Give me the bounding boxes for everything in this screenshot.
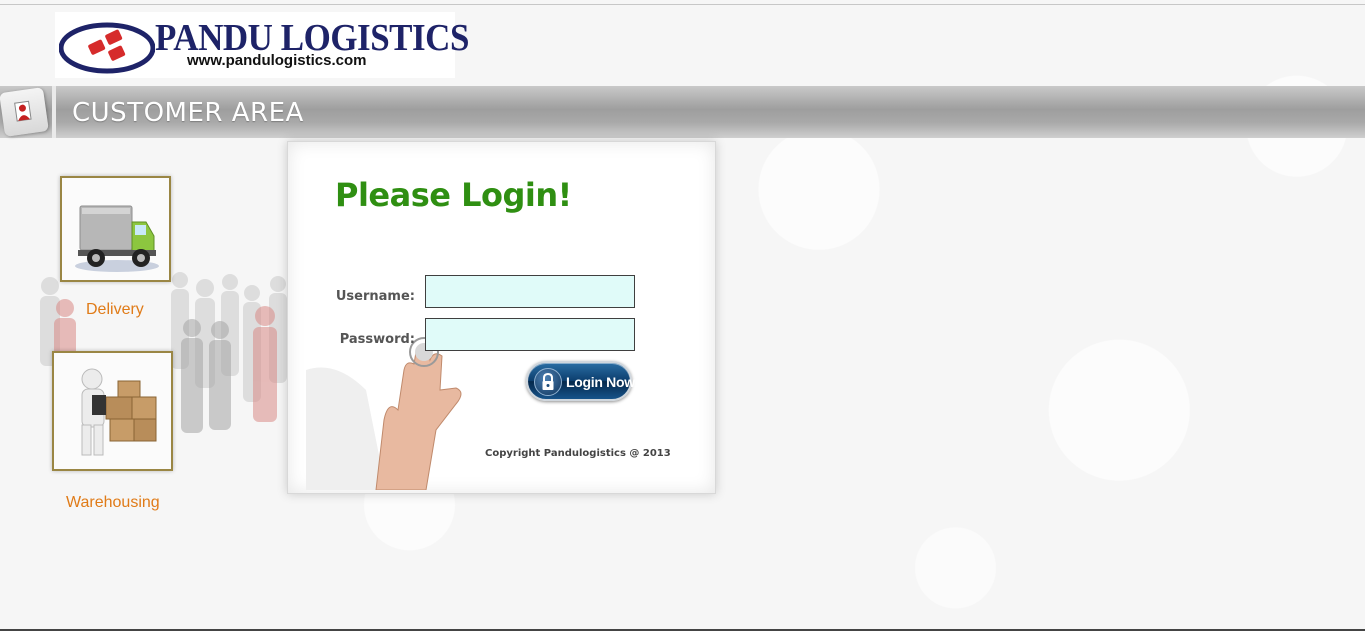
delivery-truck-icon	[62, 178, 169, 280]
login-button-label: Login Now	[566, 374, 635, 390]
login-panel: Please Login! Username: Password: Login …	[287, 141, 716, 494]
copyright-text: Copyright Pandulogistics @ 2013	[485, 448, 671, 459]
top-border	[0, 4, 1365, 5]
brand-url: www.pandulogistics.com	[187, 52, 367, 69]
login-title: Please Login!	[335, 176, 572, 214]
customer-area-icon	[0, 87, 49, 137]
username-label: Username:	[335, 289, 415, 304]
hand-touch-illustration	[306, 337, 462, 490]
nav-delivery-link[interactable]: Delivery	[86, 301, 144, 319]
login-now-button[interactable]: Login Now	[526, 361, 635, 401]
customer-area-bar: CUSTOMER AREA	[0, 86, 1365, 138]
lock-glyph-icon	[542, 372, 554, 390]
header-divider	[52, 86, 56, 138]
warehouse-boxes-icon	[54, 353, 171, 469]
password-field[interactable]	[425, 318, 635, 351]
username-field[interactable]	[425, 275, 635, 308]
nav-warehousing-link[interactable]: Warehousing	[66, 494, 160, 512]
nav-delivery-tile[interactable]	[60, 176, 171, 282]
nav-warehousing-tile[interactable]	[52, 351, 173, 471]
customer-badge-icon	[14, 100, 32, 122]
password-label: Password:	[339, 332, 415, 347]
page-title: CUSTOMER AREA	[72, 98, 304, 128]
brand-logo[interactable]: PANDU LOGISTICS www.pandulogistics.com	[55, 12, 469, 78]
lock-icon	[534, 368, 562, 396]
logo-emblem-icon	[59, 22, 155, 74]
